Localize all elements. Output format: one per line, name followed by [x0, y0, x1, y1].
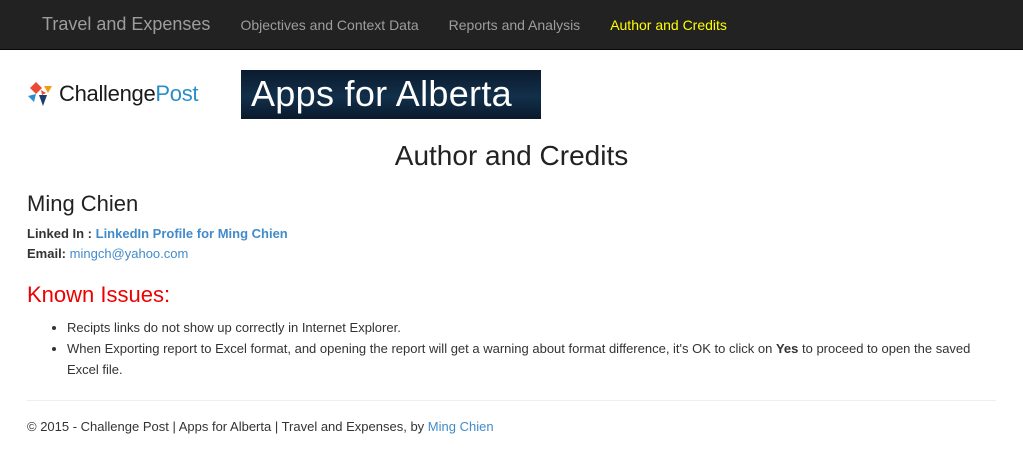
top-navbar: Travel and Expenses Objectives and Conte… [0, 0, 1023, 50]
nav-objectives[interactable]: Objectives and Context Data [240, 17, 418, 33]
challengepost-wordmark: ChallengePost [59, 81, 199, 106]
footer-divider [27, 400, 996, 401]
apps-for-alberta-logo: Apps for Alberta [241, 69, 541, 119]
issue-item: When Exporting report to Excel format, a… [67, 338, 996, 380]
email-link[interactable]: mingch@yahoo.com [70, 246, 189, 261]
footer: © 2015 - Challenge Post | Apps for Alber… [27, 419, 996, 434]
footer-text: © 2015 - Challenge Post | Apps for Alber… [27, 419, 428, 434]
logo-row: ChallengePost Apps for Alberta [27, 69, 996, 119]
email-label: Email: [27, 246, 67, 261]
linkedin-profile-link[interactable]: LinkedIn Profile for Ming Chien [96, 226, 288, 241]
nav-reports[interactable]: Reports and Analysis [449, 17, 581, 33]
challengepost-mark-icon [28, 82, 52, 106]
navbar-brand[interactable]: Travel and Expenses [42, 14, 210, 35]
challengepost-logo: ChallengePost [27, 81, 241, 107]
known-issues-title: Known Issues: [27, 282, 171, 307]
linkedin-line: Linked In : LinkedIn Profile for Ming Ch… [27, 224, 996, 244]
nav-author-credits[interactable]: Author and Credits [610, 17, 727, 33]
yes-emphasis: Yes [775, 341, 799, 356]
issue-item: Recipts links do not show up correctly i… [67, 317, 996, 338]
footer-author-link[interactable]: Ming Chien [428, 419, 494, 434]
known-issues-list: Recipts links do not show up correctly i… [27, 317, 996, 380]
page-title: Author and Credits [394, 140, 629, 171]
email-line: Email: mingch@yahoo.com [27, 244, 996, 264]
linkedin-label: Linked In : [27, 226, 92, 241]
main-content: ChallengePost Apps for Alberta Author an… [0, 69, 1023, 434]
author-name: Ming Chien [27, 191, 139, 216]
